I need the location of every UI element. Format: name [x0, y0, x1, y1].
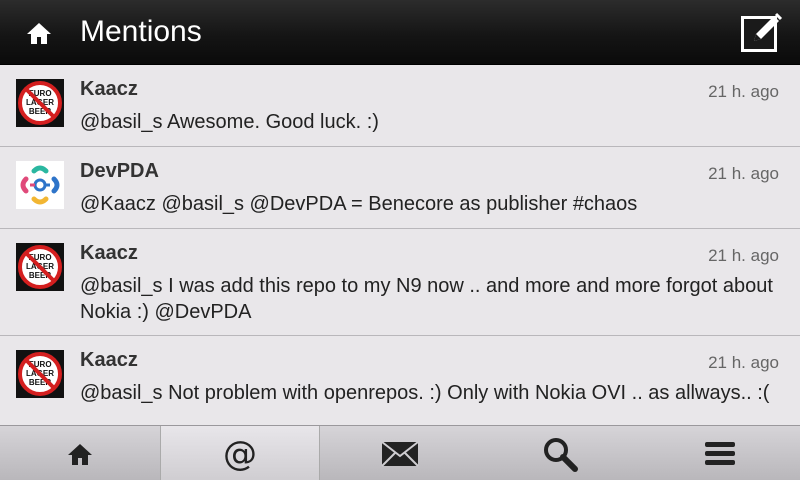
- menu-icon: [705, 441, 735, 465]
- toolbar-mentions-button[interactable]: @: [160, 426, 320, 480]
- mention-item[interactable]: EURO LAGER BEER Kaacz 21 h. ago @basil_s…: [0, 336, 800, 425]
- mention-author[interactable]: Kaacz: [80, 348, 138, 372]
- mention-timestamp: 21 h. ago: [708, 353, 779, 372]
- euro-lager-beer-avatar: EURO LAGER BEER: [16, 79, 64, 127]
- mention-item[interactable]: EURO LAGER BEER Kaacz 21 h. ago @basil_s…: [0, 65, 800, 147]
- mention-item[interactable]: DevPDA 21 h. ago @Kaacz @basil_s @DevPDA…: [0, 147, 800, 229]
- mention-text: @basil_s Not problem with openrepos. :) …: [80, 382, 770, 404]
- header-home-button[interactable]: [20, 17, 58, 49]
- mention-text: @basil_s Awesome. Good luck. :): [80, 111, 379, 133]
- euro-lager-beer-avatar: EURO LAGER BEER: [16, 243, 64, 291]
- toolbar-home-button[interactable]: [0, 426, 160, 480]
- envelope-icon: [381, 440, 419, 467]
- toolbar-messages-button[interactable]: [320, 426, 480, 480]
- mention-timestamp: 21 h. ago: [708, 82, 779, 101]
- bottom-toolbar: @: [0, 425, 800, 480]
- mention-timestamp: 21 h. ago: [708, 246, 779, 265]
- mention-text: @Kaacz @basil_s @DevPDA = Benecore as pu…: [80, 193, 638, 215]
- page-title: Mentions: [80, 15, 202, 48]
- mention-author[interactable]: DevPDA: [80, 159, 159, 183]
- compose-icon: [741, 12, 783, 52]
- header-bar: Mentions: [0, 0, 800, 65]
- mentions-list[interactable]: EURO LAGER BEER Kaacz 21 h. ago @basil_s…: [0, 65, 800, 425]
- mention-author[interactable]: Kaacz: [80, 241, 138, 265]
- toolbar-menu-button[interactable]: [640, 426, 800, 480]
- home-icon: [68, 443, 92, 465]
- mention-text: @basil_s I was add this repo to my N9 no…: [80, 275, 773, 323]
- mention-author[interactable]: Kaacz: [80, 77, 138, 101]
- devpda-logo-avatar: [16, 161, 64, 209]
- mention-timestamp: 21 h. ago: [708, 164, 779, 183]
- home-icon: [27, 23, 51, 44]
- search-icon: [544, 437, 578, 472]
- at-icon: @: [223, 433, 257, 474]
- mention-item[interactable]: EURO LAGER BEER Kaacz 21 h. ago @basil_s…: [0, 229, 800, 336]
- toolbar-search-button[interactable]: [480, 426, 640, 480]
- compose-button[interactable]: [738, 10, 784, 56]
- euro-lager-beer-avatar: EURO LAGER BEER: [16, 350, 64, 398]
